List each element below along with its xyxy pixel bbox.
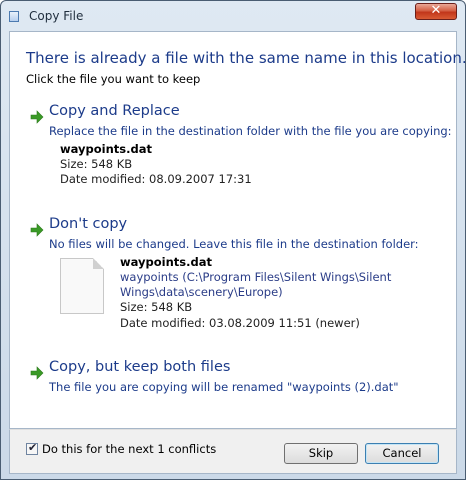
dont-copy-file-name: waypoints.dat <box>120 255 212 269</box>
dont-copy-file-path: waypoints (C:\Program Files\Silent Wings… <box>120 270 392 284</box>
conflict-heading: There is already a file with the same na… <box>26 49 466 67</box>
title-bar[interactable]: Copy File ✕ <box>1 1 465 31</box>
dont-copy-file-date: Date modified: 03.08.2009 11:51 (newer) <box>120 316 360 330</box>
window-title: Copy File <box>29 9 84 23</box>
dialog-content: There is already a file with the same na… <box>9 31 465 429</box>
arrow-icon <box>30 366 44 380</box>
apply-to-all-label[interactable]: Do this for the next 1 conflicts <box>42 442 216 456</box>
copy-and-replace-description: Replace the file in the destination fold… <box>49 124 452 138</box>
copy-and-replace-title: Copy and Replace <box>49 103 180 119</box>
keep-both-description: The file you are copying will be renamed… <box>49 380 399 394</box>
check-icon: ✔ <box>28 441 38 454</box>
arrow-icon <box>30 110 44 124</box>
copy-file-dialog: Copy File ✕ There is already a file with… <box>0 0 466 480</box>
replace-file-size: Size: 548 KB <box>60 157 133 171</box>
replace-file-name: waypoints.dat <box>60 142 152 156</box>
dialog-footer: ✔ Do this for the next 1 conflicts Skip … <box>9 429 457 474</box>
replace-file-date: Date modified: 08.09.2007 17:31 <box>60 172 252 186</box>
dont-copy-file-path-continued: Wings\data\scenery\Europe) <box>120 285 283 299</box>
instruction-text: Click the file you want to keep <box>26 72 201 86</box>
dont-copy-description: No files will be changed. Leave this fil… <box>49 237 419 251</box>
file-icon <box>60 258 104 314</box>
skip-button[interactable]: Skip <box>284 443 358 464</box>
keep-both-title: Copy, but keep both files <box>49 359 231 375</box>
apply-to-all-checkbox[interactable]: ✔ <box>26 441 38 455</box>
dont-copy-title: Don't copy <box>49 216 128 232</box>
close-icon: ✕ <box>430 3 442 18</box>
cancel-button[interactable]: Cancel <box>365 443 439 464</box>
close-button[interactable]: ✕ <box>415 3 457 20</box>
app-icon <box>9 11 19 22</box>
arrow-icon <box>30 223 44 237</box>
dont-copy-file-size: Size: 548 KB <box>120 300 193 314</box>
